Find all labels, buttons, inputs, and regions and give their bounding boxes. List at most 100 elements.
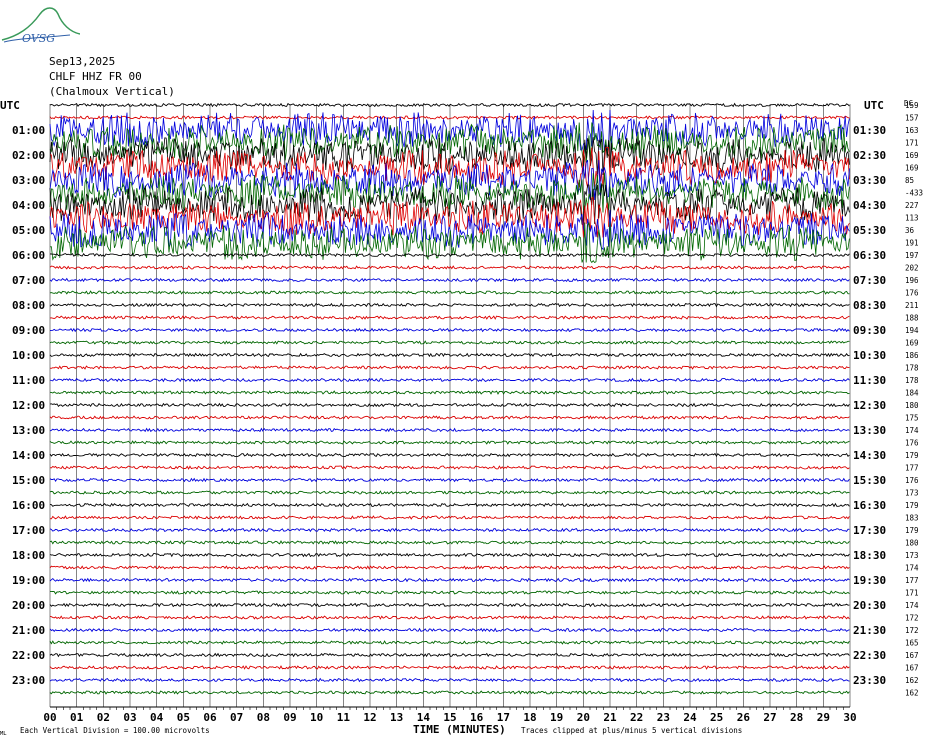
hour-label-right: 19:30	[853, 574, 886, 587]
hour-label-right: 16:30	[853, 499, 886, 512]
x-axis-title: TIME (MINUTES)	[413, 723, 506, 736]
dc-offset-label: 169	[905, 339, 919, 348]
helicorder-chart: 15915716317116916985-4332271133619119720…	[0, 99, 923, 737]
dc-offset-label: 171	[905, 589, 919, 598]
hour-label-left: 07:00	[12, 274, 45, 287]
dc-offset-label: 157	[905, 114, 919, 123]
x-tick-label: 27	[763, 711, 776, 724]
hour-label-left: 15:00	[12, 474, 45, 487]
dc-offset-label: 169	[905, 164, 919, 173]
dc-offset-label: 177	[905, 464, 919, 473]
hour-label-left: 21:00	[12, 624, 45, 637]
hour-label-right: 21:30	[853, 624, 886, 637]
x-tick-label: 29	[817, 711, 830, 724]
hour-label-right: 23:30	[853, 674, 886, 687]
x-tick-label: 21	[603, 711, 617, 724]
hour-label-right: 11:30	[853, 374, 886, 387]
hour-label-left: 14:00	[12, 449, 45, 462]
hour-label-left: 04:00	[12, 199, 45, 212]
dc-offset-label: 196	[905, 276, 919, 285]
hour-label-right: 06:30	[853, 249, 886, 262]
hour-label-right: 14:30	[853, 449, 886, 462]
dc-offset-label: 186	[905, 351, 919, 360]
hour-label-right: 09:30	[853, 324, 886, 337]
dc-offset-label: 191	[905, 239, 919, 248]
hour-label-right: 04:30	[853, 199, 886, 212]
hour-label-right: 13:30	[853, 424, 886, 437]
hour-label-right: 08:30	[853, 299, 886, 312]
x-tick-label: 09	[283, 711, 296, 724]
x-tick-label: 11	[337, 711, 351, 724]
hour-label-right: 18:30	[853, 549, 886, 562]
x-tick-label: 19	[550, 711, 563, 724]
dc-offset-label: 179	[905, 526, 919, 535]
hour-label-right: 17:30	[853, 524, 886, 537]
dc-offset-label: 167	[905, 651, 919, 660]
dc-offset-label: 184	[905, 389, 919, 398]
x-tick-label: 03	[123, 711, 136, 724]
dc-offset-label: 202	[905, 264, 919, 273]
dc-offset-label: 227	[905, 201, 919, 210]
dc-offset-label: 211	[905, 301, 919, 310]
dc-offset-label: 172	[905, 626, 919, 635]
dc-offset-label: 174	[905, 601, 919, 610]
x-tick-label: 23	[657, 711, 670, 724]
x-tick-label: 22	[630, 711, 643, 724]
hour-label-left: 03:00	[12, 174, 45, 187]
dc-offset-label: 183	[905, 514, 919, 523]
hour-label-left: 16:00	[12, 499, 45, 512]
hour-label-left: 11:00	[12, 374, 45, 387]
x-tick-label: 07	[230, 711, 243, 724]
hour-label-left: 22:00	[12, 649, 45, 662]
dc-offset-label: 177	[905, 576, 919, 585]
dc-offset-label: 180	[905, 401, 919, 410]
x-tick-label: 04	[150, 711, 164, 724]
hour-label-left: 02:00	[12, 149, 45, 162]
hour-label-left: 01:00	[12, 124, 45, 137]
dc-column-title: DC	[904, 99, 913, 108]
x-tick-label: 18	[523, 711, 536, 724]
hour-label-right: 22:30	[853, 649, 886, 662]
dc-offset-label: 162	[905, 689, 919, 698]
dc-offset-label: 178	[905, 364, 919, 373]
dc-offset-label: 173	[905, 489, 919, 498]
x-tick-label: 02	[97, 711, 110, 724]
dc-offset-label: 85	[905, 176, 914, 185]
dc-offset-label: 173	[905, 551, 919, 560]
x-tick-label: 10	[310, 711, 323, 724]
dc-offset-label: 174	[905, 426, 919, 435]
x-tick-label: 05	[177, 711, 190, 724]
hour-label-right: 03:30	[853, 174, 886, 187]
dc-offset-label: 176	[905, 476, 919, 485]
hour-label-right: 01:30	[853, 124, 886, 137]
dc-offset-label: 180	[905, 539, 919, 548]
x-tick-label: 26	[737, 711, 751, 724]
x-tick-label: 12	[363, 711, 376, 724]
dc-offset-label: 176	[905, 289, 919, 298]
hour-label-right: 15:30	[853, 474, 886, 487]
hour-label-left: 09:00	[12, 324, 45, 337]
hour-label-left: 06:00	[12, 249, 45, 262]
right-axis-title: UTC	[864, 99, 884, 112]
dc-offset-label: 176	[905, 439, 919, 448]
dc-offset-label: 113	[905, 214, 919, 223]
hour-label-left: 18:00	[12, 549, 45, 562]
hour-label-left: 13:00	[12, 424, 45, 437]
x-tick-label: 01	[70, 711, 84, 724]
x-tick-label: 24	[683, 711, 697, 724]
dc-offset-label: 165	[905, 639, 919, 648]
x-tick-label: 25	[710, 711, 723, 724]
x-tick-label: 00	[43, 711, 56, 724]
x-tick-label: 08	[257, 711, 270, 724]
clipping-note: Traces clipped at plus/minus 5 vertical …	[521, 726, 742, 735]
hour-label-left: 05:00	[12, 224, 45, 237]
x-tick-label: 30	[843, 711, 856, 724]
x-tick-label: 06	[203, 711, 217, 724]
hour-label-right: 07:30	[853, 274, 886, 287]
dc-offset-label: 179	[905, 501, 919, 510]
dc-offset-label: 174	[905, 564, 919, 573]
dc-offset-label: 169	[905, 151, 919, 160]
hour-label-right: 12:30	[853, 399, 886, 412]
dc-offset-label: 167	[905, 664, 919, 673]
x-tick-label: 28	[790, 711, 803, 724]
